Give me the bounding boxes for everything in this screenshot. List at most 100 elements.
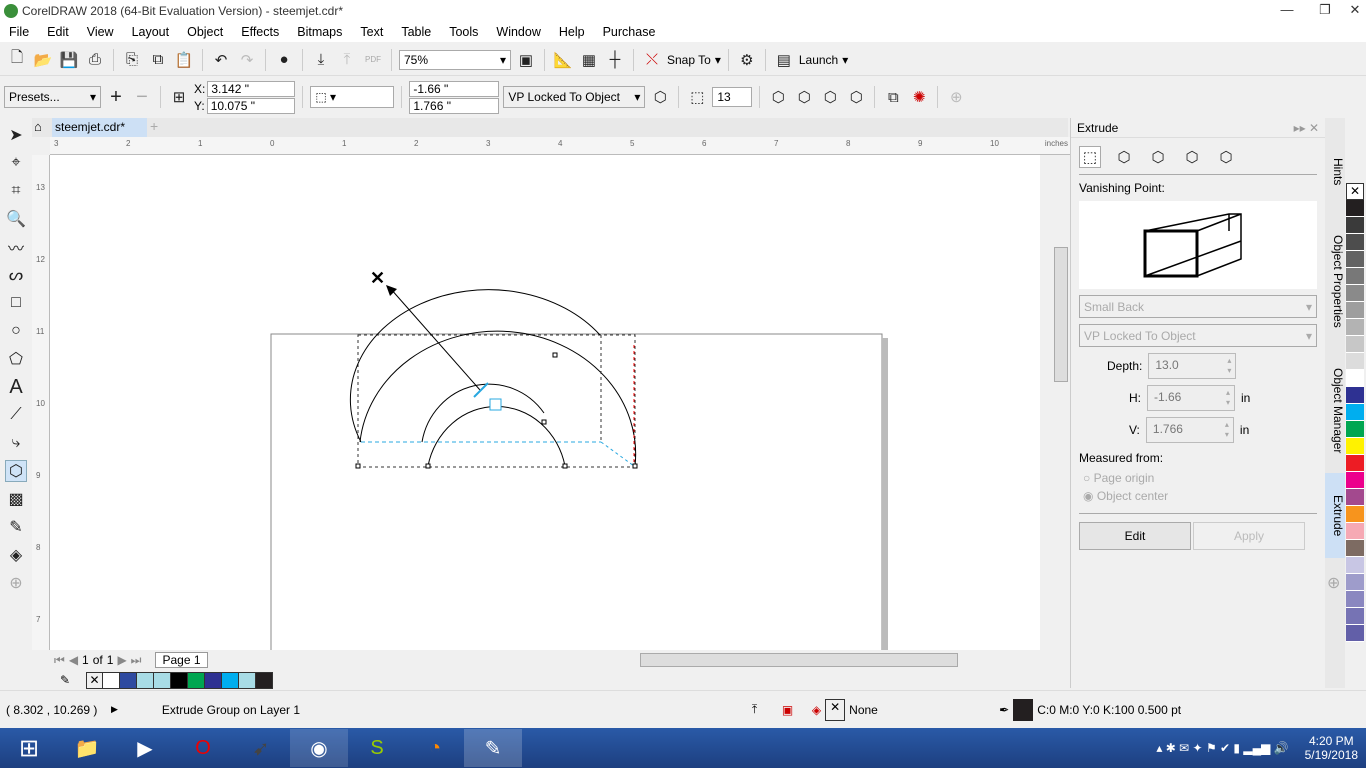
- menu-edit[interactable]: Edit: [38, 25, 78, 39]
- add-preset-icon[interactable]: +: [105, 86, 127, 108]
- doc-palette-swatch[interactable]: [188, 671, 206, 689]
- extrude-lighting-tab-icon[interactable]: ⬡: [1215, 146, 1237, 168]
- v-spinner[interactable]: 1.766: [1145, 417, 1234, 443]
- clock-time[interactable]: 4:20 PM: [1305, 734, 1358, 748]
- connector-tool-icon[interactable]: ⤷: [5, 432, 27, 454]
- vp-h-input[interactable]: -1.66 ": [409, 80, 500, 97]
- vp-v-input[interactable]: 1.766 ": [409, 97, 500, 114]
- export-icon[interactable]: ⤒: [336, 49, 358, 71]
- rectangle-tool-icon[interactable]: □: [5, 292, 27, 314]
- palette-swatch[interactable]: [1346, 234, 1364, 251]
- new-tab-icon[interactable]: +: [150, 118, 158, 134]
- paste-icon[interactable]: 📋: [173, 49, 195, 71]
- show-rulers-icon[interactable]: 📐: [552, 49, 574, 71]
- palette-swatch[interactable]: [1346, 557, 1364, 574]
- app-icon-bird[interactable]: ➹: [232, 729, 290, 767]
- fill-none-swatch[interactable]: ✕: [825, 698, 846, 721]
- last-page-icon[interactable]: ⏭: [131, 653, 142, 668]
- eyedropper-tool-icon[interactable]: ✎: [5, 516, 27, 538]
- cut-icon[interactable]: ⎘: [121, 49, 143, 71]
- palette-swatch[interactable]: [1346, 506, 1364, 523]
- minimize-button[interactable]: —: [1272, 0, 1302, 22]
- y-position-input[interactable]: 10.075 ": [206, 97, 295, 114]
- eyedropper-icon[interactable]: ✎: [60, 673, 70, 687]
- artistic-media-icon[interactable]: ᔕ: [5, 264, 27, 286]
- palette-swatch[interactable]: [1346, 217, 1364, 234]
- scroll-thumb[interactable]: [1054, 247, 1068, 382]
- menu-effects[interactable]: Effects: [232, 25, 288, 39]
- next-page-icon[interactable]: ▶: [117, 653, 126, 667]
- shape-tool-icon[interactable]: ⌖: [5, 152, 27, 174]
- palette-swatch[interactable]: [1346, 540, 1364, 557]
- remove-preset-icon[interactable]: −: [131, 86, 153, 108]
- palette-swatch[interactable]: [1346, 353, 1364, 370]
- horizontal-ruler[interactable]: 3 2 1 0 1 2 3 4 5 6 7 8 9 10 inches: [50, 137, 1070, 155]
- import-icon[interactable]: ⤓: [310, 49, 332, 71]
- doc-palette-swatch[interactable]: [154, 671, 172, 689]
- palette-swatch[interactable]: [1346, 285, 1364, 302]
- freehand-tool-icon[interactable]: 〰: [5, 236, 27, 258]
- add-tool-icon[interactable]: ⊕: [5, 572, 27, 594]
- docker-close-icon[interactable]: ▸▸ ✕: [1294, 121, 1319, 135]
- menu-purchase[interactable]: Purchase: [594, 25, 665, 39]
- vp-copy-icon[interactable]: ⬡: [649, 86, 671, 108]
- pick-tool-icon[interactable]: ➤: [5, 124, 27, 146]
- extrude-bevels-icon[interactable]: ⬡: [819, 86, 841, 108]
- page-tab[interactable]: Page 1: [155, 652, 208, 668]
- palette-swatch[interactable]: [1346, 472, 1364, 489]
- extrude-tool-icon[interactable]: ⬡: [5, 460, 27, 482]
- polygon-tool-icon[interactable]: ⬠: [5, 348, 27, 370]
- dimension-tool-icon[interactable]: ⟋: [5, 404, 27, 426]
- palette-swatch[interactable]: [1346, 489, 1364, 506]
- document-tab[interactable]: steemjet.cdr*: [52, 118, 147, 137]
- close-button[interactable]: ✕: [1340, 0, 1366, 22]
- transparency-tool-icon[interactable]: ▩: [5, 488, 27, 510]
- launch-dropdown[interactable]: Launch: [799, 53, 838, 67]
- palette-swatch[interactable]: [1346, 302, 1364, 319]
- palette-swatch[interactable]: [1346, 455, 1364, 472]
- vertical-ruler[interactable]: 13 12 11 10 9 8 7: [32, 155, 50, 650]
- ellipse-tool-icon[interactable]: ○: [5, 320, 27, 342]
- extrusion-type-select[interactable]: Small Back ▾: [1079, 295, 1317, 318]
- document-color-icon[interactable]: ⤒: [752, 702, 782, 717]
- menu-view[interactable]: View: [78, 25, 123, 39]
- firefox-icon[interactable]: ◔: [406, 729, 464, 767]
- radio-page-origin[interactable]: ○ Page origin: [1071, 469, 1325, 487]
- print-icon[interactable]: ⎙: [84, 49, 106, 71]
- palette-swatch[interactable]: [1346, 251, 1364, 268]
- extrude-camera-icon[interactable]: ⬚: [1079, 146, 1101, 168]
- doc-palette-swatch[interactable]: [120, 671, 138, 689]
- tab-object-manager[interactable]: Object Manager: [1325, 346, 1345, 476]
- radio-object-center[interactable]: ◉ Object center: [1071, 487, 1325, 505]
- file-explorer-icon[interactable]: 📁: [58, 729, 116, 767]
- zoom-tool-icon[interactable]: 🔍: [5, 208, 27, 230]
- crop-tool-icon[interactable]: ⌗: [5, 180, 27, 202]
- snap-to-dropdown[interactable]: Snap To: [667, 53, 711, 67]
- outline-swatch[interactable]: [1013, 698, 1034, 721]
- palette-swatch[interactable]: [1346, 438, 1364, 455]
- extrude-color-icon[interactable]: ⬡: [793, 86, 815, 108]
- vp-lock-select[interactable]: VP Locked To Object ▾: [1079, 324, 1317, 347]
- extrude-color-tab-icon[interactable]: ⬡: [1181, 146, 1203, 168]
- extrusion-type-dropdown[interactable]: ⬚ ▾: [310, 86, 395, 108]
- menu-bitmaps[interactable]: Bitmaps: [288, 25, 351, 39]
- tab-extrude[interactable]: Extrude: [1325, 473, 1345, 558]
- new-document-icon[interactable]: 🗋: [6, 49, 28, 71]
- palette-swatch[interactable]: [1346, 319, 1364, 336]
- horizontal-scrollbar[interactable]: [570, 653, 1040, 667]
- palette-swatch[interactable]: [1346, 268, 1364, 285]
- save-icon[interactable]: 💾: [58, 49, 80, 71]
- snap-off-icon[interactable]: ⤬: [641, 49, 663, 71]
- apply-button[interactable]: Apply: [1193, 522, 1305, 550]
- palette-swatch[interactable]: [1346, 200, 1364, 217]
- first-page-icon[interactable]: ⏮: [54, 653, 65, 668]
- palette-swatch[interactable]: [1346, 387, 1364, 404]
- x-position-input[interactable]: 3.142 ": [207, 80, 296, 97]
- edit-button[interactable]: Edit: [1079, 522, 1191, 550]
- coreldraw-icon[interactable]: ✎: [464, 729, 522, 767]
- opera-icon[interactable]: O: [174, 729, 232, 767]
- h-scroll-thumb[interactable]: [640, 653, 958, 667]
- maximize-button[interactable]: ❐: [1310, 0, 1340, 22]
- publish-pdf-icon[interactable]: PDF: [362, 49, 384, 71]
- doc-palette-swatch[interactable]: [103, 671, 121, 689]
